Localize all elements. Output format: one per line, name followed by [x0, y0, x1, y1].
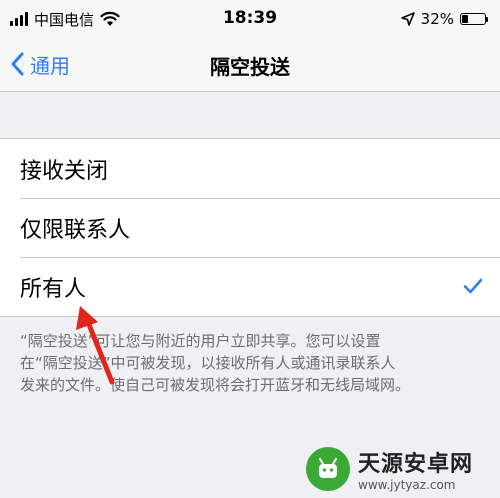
status-bar: 中国电信 18:39 32%: [0, 0, 500, 38]
location-icon: [400, 12, 415, 26]
checkmark-icon: [463, 278, 483, 294]
battery-icon: [460, 13, 488, 25]
status-right-group: 32%: [400, 9, 488, 29]
option-contacts-only[interactable]: 仅限联系人: [0, 198, 500, 257]
option-receiving-off[interactable]: 接收关闭: [0, 139, 500, 198]
option-label: 接收关闭: [20, 158, 109, 184]
page-title: 隔空投送: [210, 55, 290, 79]
watermark-text: 天源安卓网 www.jytyaz.com: [358, 446, 473, 492]
battery-fill: [462, 15, 468, 23]
annotation-arrow-icon: [76, 306, 115, 385]
navigation-bar: 通用 隔空投送: [0, 38, 500, 92]
airdrop-options-list: 接收关闭 仅限联系人 所有人: [0, 138, 500, 317]
watermark: 天源安卓网 www.jytyaz.com: [306, 443, 496, 495]
watermark-logo-icon: [306, 447, 350, 491]
watermark-url: www.jytyaz.com: [358, 478, 456, 492]
option-label: 所有人: [20, 276, 87, 302]
watermark-title: 天源安卓网: [358, 452, 474, 477]
battery-percent: 32%: [420, 10, 454, 28]
option-label: 仅限联系人: [20, 217, 131, 243]
